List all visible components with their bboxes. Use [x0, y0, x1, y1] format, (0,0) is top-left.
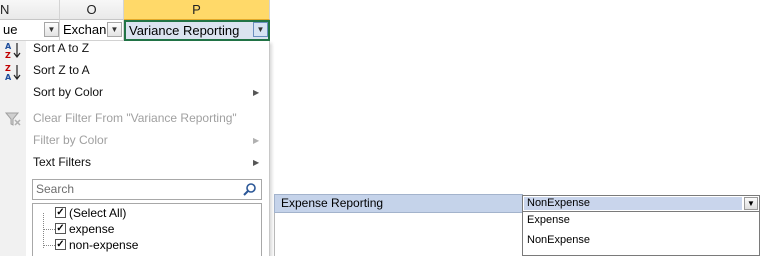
filter-values-list[interactable]: ✓ (Select All) ✓ expense ✓ non-expense: [32, 203, 262, 256]
submenu-arrow-icon: ▶: [253, 88, 260, 97]
sort-za-icon: ZA: [4, 63, 22, 82]
column-header-p[interactable]: P: [124, 0, 270, 20]
svg-text:A: A: [5, 73, 12, 81]
expense-label: expense: [69, 222, 115, 236]
header-cell-variance-reporting[interactable]: Variance Reporting: [124, 20, 270, 41]
tree-connector: [43, 245, 55, 246]
non-expense-checkbox[interactable]: ✓: [55, 239, 66, 250]
tree-connector: [43, 213, 44, 248]
expense-type-select[interactable]: NonExpense ▼: [522, 195, 760, 212]
svg-text:Z: Z: [5, 51, 11, 59]
column-header-n[interactable]: N: [0, 0, 60, 20]
option-nonexpense[interactable]: NonExpense: [527, 234, 590, 246]
search-placeholder: Search: [36, 182, 75, 196]
select-options-list: Expense NonExpense: [522, 212, 760, 256]
filter-dropdown-icon[interactable]: ▼: [44, 22, 59, 37]
filter-dropdown-icon[interactable]: ▼: [107, 22, 122, 37]
non-expense-label: non-expense: [69, 238, 139, 252]
filter-search-input[interactable]: Search: [32, 179, 262, 200]
search-icon[interactable]: [243, 182, 257, 196]
tree-connector: [43, 229, 55, 230]
submenu-arrow-icon: ▶: [253, 136, 260, 145]
svg-text:Z: Z: [5, 64, 11, 73]
menu-item-clear-filter[interactable]: Clear Filter From "Variance Reporting": [33, 109, 237, 129]
submenu-arrow-icon: ▶: [253, 158, 260, 167]
option-expense[interactable]: Expense: [527, 214, 570, 226]
column-header-o[interactable]: O: [60, 0, 124, 20]
sort-az-icon: AZ: [4, 41, 22, 60]
menu-item-sort-a-z[interactable]: Sort A to Z: [33, 39, 89, 59]
menu-item-text-filters[interactable]: Text Filters: [33, 153, 91, 173]
svg-text:A: A: [5, 42, 12, 51]
menu-item-filter-by-color[interactable]: Filter by Color: [33, 131, 108, 151]
active-filter-dropdown-icon[interactable]: ▼: [253, 22, 268, 37]
clear-filter-icon: [4, 110, 22, 128]
menu-item-sort-by-color[interactable]: Sort by Color: [33, 83, 103, 103]
expense-reporting-label: Expense Reporting: [274, 194, 523, 213]
select-all-checkbox[interactable]: ✓: [55, 207, 66, 218]
row-divider: [274, 213, 275, 256]
select-all-label: (Select All): [69, 206, 127, 220]
expense-checkbox[interactable]: ✓: [55, 223, 66, 234]
chevron-down-icon[interactable]: ▼: [744, 197, 758, 210]
menu-item-sort-z-a[interactable]: Sort Z to A: [33, 61, 90, 81]
select-current-value: NonExpense: [524, 197, 742, 210]
